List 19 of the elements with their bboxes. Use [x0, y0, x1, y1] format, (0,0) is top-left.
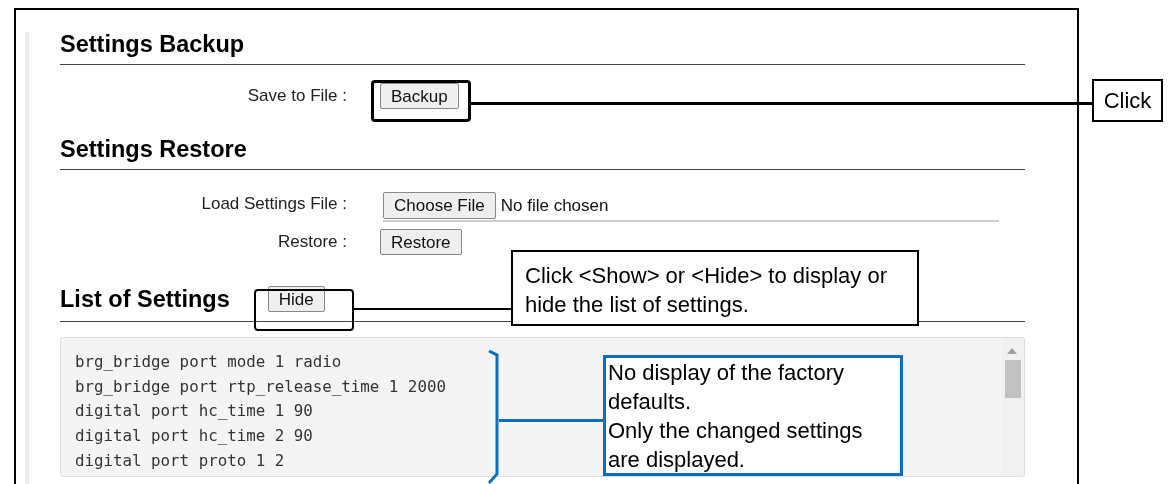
settings-line: digital port hc_time 1 90 [75, 400, 313, 423]
settings-line: digital port hc_time 2 90 [75, 425, 313, 448]
field-label: Load Settings File : [200, 193, 347, 216]
backup-button[interactable]: Backup [380, 83, 459, 109]
field-label: Restore : [277, 231, 347, 254]
section-heading: Settings Restore [60, 137, 248, 161]
restore-button[interactable]: Restore [380, 229, 462, 255]
section-heading: List of Settings [60, 287, 230, 311]
file-status: No file chosen [500, 194, 609, 217]
settings-line: brg_bridge port rtp_release_time 1 2000 [75, 375, 446, 398]
settings-line: brg_bridge port mode 1 radio [75, 351, 342, 373]
choose-file-button[interactable]: Choose File [383, 192, 496, 219]
callout-text: No display of the factory defaults. Only the changed settings are displayed. [603, 355, 903, 476]
section-heading: Settings Backup [60, 32, 246, 56]
callout-text: Click <Show> or <Hide> to display or hide the list of settings. [511, 250, 919, 326]
callout-text: Click [1092, 79, 1163, 122]
settings-line: digital port proto 1 2 [75, 449, 285, 472]
hide-button[interactable]: Hide [267, 286, 325, 312]
field-label: Save to File : [246, 85, 347, 108]
